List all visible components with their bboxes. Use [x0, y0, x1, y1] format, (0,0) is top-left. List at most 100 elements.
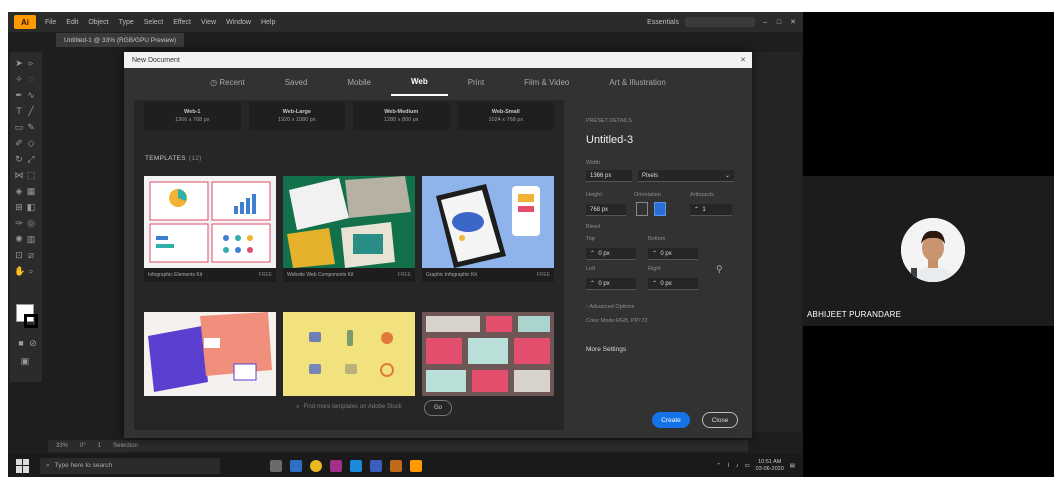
search-stock-field[interactable] [685, 17, 755, 27]
menu-file[interactable]: File [40, 19, 61, 26]
illustrator-taskbar-icon[interactable] [410, 459, 422, 472]
scale-tool-icon[interactable]: ⤢ [26, 154, 36, 164]
height-input[interactable]: 768 px [586, 204, 626, 216]
screen-mode-icon[interactable]: ▣ [20, 356, 30, 366]
selection-tool-icon[interactable]: ➤ [14, 58, 24, 68]
tab-mobile[interactable]: Mobile [327, 68, 391, 96]
none-swatch-icon[interactable]: ⊘ [28, 338, 38, 348]
app-icon[interactable] [370, 459, 382, 472]
perspective-grid-tool-icon[interactable]: ▦ [26, 186, 36, 196]
link-bleed-icon[interactable]: ⚲ [716, 264, 723, 275]
clock[interactable]: 10:51 AM 03-06-2020 [756, 459, 784, 473]
eyedropper-tool-icon[interactable]: ✑ [14, 218, 24, 228]
graph-tool-icon[interactable]: ▥ [26, 234, 36, 244]
symbol-sprayer-tool-icon[interactable]: ✺ [14, 234, 24, 244]
document-tab[interactable]: Untitled-1 @ 33% (RGB/GPU Preview) [56, 33, 185, 47]
artboards-input[interactable]: ⌃ 1 [690, 204, 732, 216]
preset-web-small[interactable]: Web-Small 1024 x 768 px [457, 102, 554, 130]
left-bleed-input[interactable]: ⌃ 0 px [586, 278, 636, 290]
windows-start-icon[interactable] [16, 458, 30, 473]
template-card[interactable]: Infographic Elements Kit FREE [144, 176, 276, 282]
line-tool-icon[interactable]: ╱ [26, 106, 36, 116]
stroke-swatch[interactable] [24, 314, 38, 328]
template-card[interactable]: Graphic Infographic Kit FREE [422, 176, 554, 282]
volume-icon[interactable]: ♪ [736, 463, 739, 469]
blend-tool-icon[interactable]: ◎ [26, 218, 36, 228]
eraser-tool-icon[interactable]: ◇ [26, 138, 36, 148]
notification-icon[interactable]: ▤ [790, 463, 795, 469]
artboard-number[interactable]: 1 [98, 443, 101, 449]
menu-effect[interactable]: Effect [168, 19, 196, 26]
tab-saved[interactable]: Saved [265, 68, 328, 96]
tab-film-video[interactable]: Film & Video [504, 68, 589, 96]
battery-icon[interactable]: ▭ [744, 463, 749, 469]
maximize-icon[interactable]: □ [775, 19, 783, 26]
app-icon[interactable] [390, 459, 402, 472]
units-select[interactable]: Pixels ⌄ [638, 170, 734, 182]
app-icon[interactable] [350, 459, 362, 472]
top-bleed-input[interactable]: ⌃ 0 px [586, 248, 636, 260]
preset-web[interactable]: Web-1 1366 x 768 px [144, 102, 241, 130]
direct-selection-tool-icon[interactable]: ▹ [26, 58, 36, 68]
tab-web[interactable]: Web [390, 68, 448, 96]
zoom-tool-icon[interactable]: ⌕ [26, 266, 36, 276]
go-button[interactable]: Go [424, 400, 452, 416]
color-mode-icon[interactable]: ■ [16, 338, 26, 348]
create-button[interactable]: Create [652, 412, 690, 428]
gradient-tool-icon[interactable]: ◧ [26, 202, 36, 212]
right-bleed-input[interactable]: ⌃ 0 px [648, 278, 698, 290]
advanced-options-toggle[interactable]: › Advanced Options [586, 304, 634, 310]
free-transform-tool-icon[interactable]: ⬚ [26, 170, 36, 180]
preset-web-medium[interactable]: Web-Medium 1280 x 800 px [353, 102, 450, 130]
hand-tool-icon[interactable]: ✋ [14, 266, 25, 276]
curvature-tool-icon[interactable]: ∿ [26, 90, 36, 100]
type-tool-icon[interactable]: T [14, 106, 24, 116]
task-view-icon[interactable] [270, 459, 282, 472]
portrait-orientation-button[interactable] [636, 202, 648, 216]
slice-tool-icon[interactable]: ⧄ [26, 250, 36, 260]
pen-tool-icon[interactable]: ✒ [14, 90, 24, 100]
width-tool-icon[interactable]: ⋈ [14, 170, 24, 180]
minimize-icon[interactable]: – [761, 19, 769, 26]
paintbrush-tool-icon[interactable]: ✎ [26, 122, 36, 132]
template-card[interactable] [144, 312, 276, 396]
zoom-level[interactable]: 33% [56, 443, 68, 449]
bottom-bleed-input[interactable]: ⌃ 0 px [648, 248, 698, 260]
landscape-orientation-button[interactable] [654, 202, 666, 216]
mesh-tool-icon[interactable]: ⊞ [14, 202, 24, 212]
tab-print[interactable]: Print [448, 68, 504, 96]
dialog-close-icon[interactable]: ✕ [740, 56, 746, 64]
document-name-field[interactable]: Untitled-3 [586, 134, 633, 146]
tab-art-illustration[interactable]: Art & Illustration [589, 68, 685, 96]
menu-view[interactable]: View [196, 19, 221, 26]
more-settings-link[interactable]: More Settings [586, 346, 626, 353]
template-card[interactable]: Website Web Components Kit FREE [283, 176, 415, 282]
participant-tile[interactable]: ABHIJEET PURANDARE [803, 176, 1054, 326]
rotation-value[interactable]: 0° [80, 443, 86, 449]
chevron-up-icon[interactable]: ⌃ [716, 463, 721, 469]
shaper-tool-icon[interactable]: ✐ [14, 138, 24, 148]
width-input[interactable]: 1366 px [586, 170, 632, 182]
menu-help[interactable]: Help [256, 19, 280, 26]
menu-edit[interactable]: Edit [61, 19, 83, 26]
workspace-switcher[interactable]: Essentials [647, 19, 679, 26]
app-icon[interactable] [290, 459, 302, 472]
lasso-tool-icon[interactable]: ◌ [26, 74, 36, 84]
chrome-icon[interactable] [310, 459, 322, 472]
rectangle-tool-icon[interactable]: ▭ [14, 122, 24, 132]
menu-type[interactable]: Type [114, 19, 139, 26]
close-button[interactable]: Close [702, 412, 738, 428]
menu-window[interactable]: Window [221, 19, 256, 26]
taskbar-search[interactable]: ⌕ Type here to search [40, 457, 220, 474]
app-icon[interactable] [330, 459, 342, 472]
template-card[interactable] [283, 312, 415, 396]
shape-builder-tool-icon[interactable]: ◈ [14, 186, 24, 196]
preset-web-large[interactable]: Web-Large 1920 x 1080 px [248, 102, 345, 130]
template-card[interactable] [422, 312, 554, 396]
network-icon[interactable]: ⌇ [727, 463, 730, 469]
magic-wand-tool-icon[interactable]: ✧ [14, 74, 24, 84]
menu-object[interactable]: Object [83, 19, 113, 26]
close-icon[interactable]: ✕ [789, 18, 797, 26]
menu-select[interactable]: Select [139, 19, 168, 26]
rotate-tool-icon[interactable]: ↻ [14, 154, 24, 164]
